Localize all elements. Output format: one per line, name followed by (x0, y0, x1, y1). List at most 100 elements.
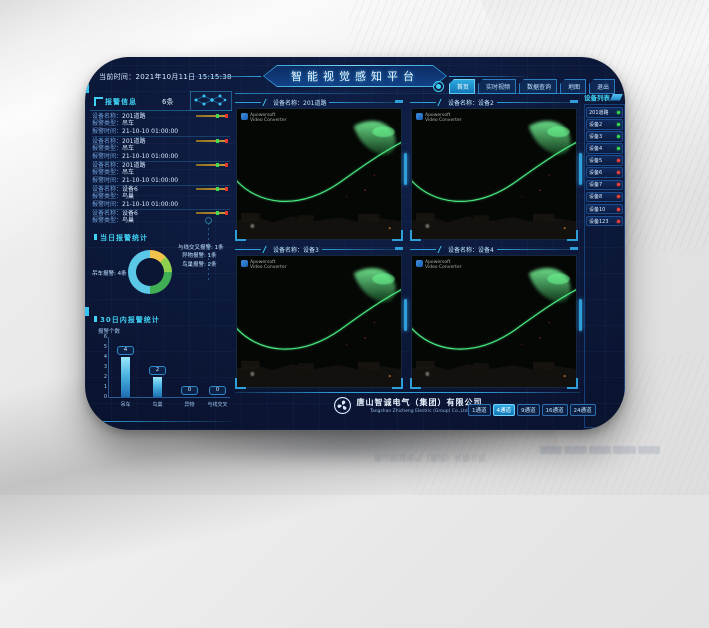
alarm-list-item[interactable]: 设备名称：201道路 报警类型：吊车 报警时间：21-10-10 01:00:0… (92, 138, 230, 162)
alarm-time: 21-10-10 01:00:00 (122, 201, 178, 208)
video-panel-2: 设备名称：设备2 Apowersoft Video Converter (410, 97, 578, 241)
alarm-panel-title: 报警信息 (105, 97, 137, 107)
device-list-title: 设备列表 (584, 92, 610, 102)
video-stream-2[interactable]: Apowersoft Video Converter (411, 108, 577, 240)
device-item[interactable]: 设备123 (586, 216, 623, 227)
device-item[interactable]: 设备6 (586, 167, 623, 178)
bar (121, 357, 130, 397)
current-time: 当前时间：2021年10月11日 15:15:38 (99, 72, 232, 82)
nav-data-query-button[interactable]: 数据查询 (519, 79, 557, 94)
device-item[interactable]: 201道路 (586, 107, 623, 118)
field-label: 设备名称： (92, 210, 122, 217)
channel-9-button[interactable]: 9通道 (517, 404, 540, 416)
field-label: 报警时间： (92, 177, 122, 184)
gutter-accent (404, 299, 407, 331)
field-label: 报警类型： (92, 145, 122, 152)
device-item[interactable]: 设备7 (586, 180, 623, 191)
watermark-line2: Video Converter (250, 265, 286, 270)
x-tick: 与线交叉 (200, 401, 235, 408)
status-dot (617, 208, 620, 211)
alarm-type: 吊车 (122, 169, 134, 176)
divider-line (90, 421, 232, 422)
dashboard-panel: 当前时间：2021年10月11日 15:15:38 智能视觉感知平台 首页 实时… (85, 57, 625, 430)
company-name-cn: 唐山智诚电气（集团）有限公司 (357, 397, 483, 408)
alarm-device: 201道路 (122, 113, 145, 120)
converter-logo-icon (416, 113, 423, 120)
divider-line (235, 93, 580, 94)
video-stream-4[interactable]: Apowersoft Video Converter (411, 255, 577, 388)
video-panel-4: 设备名称：设备4 Apowersoft Video Converter (410, 244, 578, 389)
nav-live-video-button[interactable]: 实时视频 (478, 79, 516, 94)
alarm-type: 吊车 (122, 120, 134, 127)
alarm-time: 21-10-10 01:00:00 (122, 177, 178, 184)
bar-value: 0 (181, 386, 198, 395)
status-dot (617, 195, 620, 198)
device-item[interactable]: 设备10 (586, 204, 623, 215)
video-panel-3: 设备名称：设备3 Apowersoft Video Converter (235, 244, 403, 389)
donut-label: 异物报警: 1条 (182, 251, 217, 259)
alarm-time: 21-10-10 01:00:00 (122, 128, 178, 135)
video-title: 设备名称：设备2 (448, 98, 494, 107)
device-item[interactable]: 设备2 (586, 119, 623, 130)
alarm-list-item[interactable]: 设备名称：201道路 报警类型：吊车 报警时间：21-10-10 01:00:0… (92, 162, 230, 186)
y-tick: 0 (100, 394, 107, 400)
page-title: 智能视觉感知平台 (291, 68, 419, 84)
video-header: 设备名称：设备4 (410, 244, 578, 255)
field-label: 报警时间： (92, 128, 122, 135)
alarm-sidebar: 报警信息 6条 (90, 95, 232, 427)
field-label: 设备名称： (92, 113, 122, 120)
device-item[interactable]: 设备3 (586, 131, 623, 142)
alarm-list-item[interactable]: 设备名称：201道路 报警类型：吊车 报警时间：21-10-10 01:00:0… (92, 113, 230, 137)
field-label: 报警时间： (92, 201, 122, 208)
device-item[interactable]: 设备5 (586, 155, 623, 166)
alarm-level-meter (196, 140, 228, 142)
status-dot (617, 135, 620, 138)
channel-4-button[interactable]: 4通道 (493, 404, 516, 416)
field-label: 设备名称： (92, 162, 122, 169)
device-item[interactable]: 设备4 (586, 143, 623, 154)
alarm-list-item[interactable]: 设备名称：设备6 报警类型：鸟巢 报警时间：21-10-10 01:00:00 (92, 186, 230, 210)
alarm-level-meter (196, 188, 228, 190)
device-item[interactable]: 设备8 (586, 192, 623, 203)
buttons-reflection (540, 446, 660, 454)
y-tick: 2 (100, 374, 107, 380)
alarm-device: 设备6 (122, 210, 138, 217)
status-dot (617, 123, 620, 126)
channel-16-button[interactable]: 16通道 (542, 404, 568, 416)
channel-1-button[interactable]: 1通道 (468, 404, 491, 416)
bar-value: 4 (117, 346, 134, 355)
alarm-count: 6条 (162, 97, 173, 107)
user-icon[interactable] (433, 81, 444, 92)
company-name-en: Tangshan Zhicheng Electric (Group) Co.,L… (357, 409, 483, 414)
y-tick: 5 (100, 344, 107, 350)
video-title: 设备名称：201道路 (273, 98, 326, 107)
node-network-icon (190, 91, 232, 111)
video-title: 设备名称：设备3 (273, 245, 319, 254)
watermark: Apowersoft Video Converter (416, 113, 461, 123)
status-dot (617, 220, 620, 223)
slash-icon (262, 99, 271, 106)
device-list-tab[interactable] (610, 94, 623, 101)
nav-map-button[interactable]: 地图 (560, 79, 586, 94)
channel-24-button[interactable]: 24通道 (570, 404, 596, 416)
alarm-time: 21-10-10 01:00:00 (122, 153, 178, 160)
donut-label: 与线交叉报警: 1条 (178, 243, 224, 251)
channel-switcher: 1通道 4通道 9通道 16通道 24通道 (468, 404, 596, 416)
monthly-stats-title: 30日内报警统计 (94, 315, 160, 325)
slash-icon (437, 99, 446, 106)
device-list-header: 设备列表 (584, 92, 623, 102)
alarm-device: 设备6 (122, 186, 138, 193)
video-stream-1[interactable]: Apowersoft Video Converter (236, 108, 402, 240)
nav-home-button[interactable]: 首页 (449, 79, 475, 94)
alarm-level-meter (196, 115, 228, 117)
donut-label: 鸟巢报警: 2条 (182, 260, 217, 268)
status-dot (617, 171, 620, 174)
x-tick: 吊车 (108, 401, 143, 408)
company-logo-icon (333, 396, 352, 415)
status-dot (617, 111, 620, 114)
video-stream-3[interactable]: Apowersoft Video Converter (236, 255, 402, 388)
field-label: 报警时间： (92, 153, 122, 160)
alarm-type: 鸟巢 (122, 217, 134, 224)
slash-icon (262, 246, 271, 253)
today-stats-title: 当日报警统计 (94, 233, 148, 243)
